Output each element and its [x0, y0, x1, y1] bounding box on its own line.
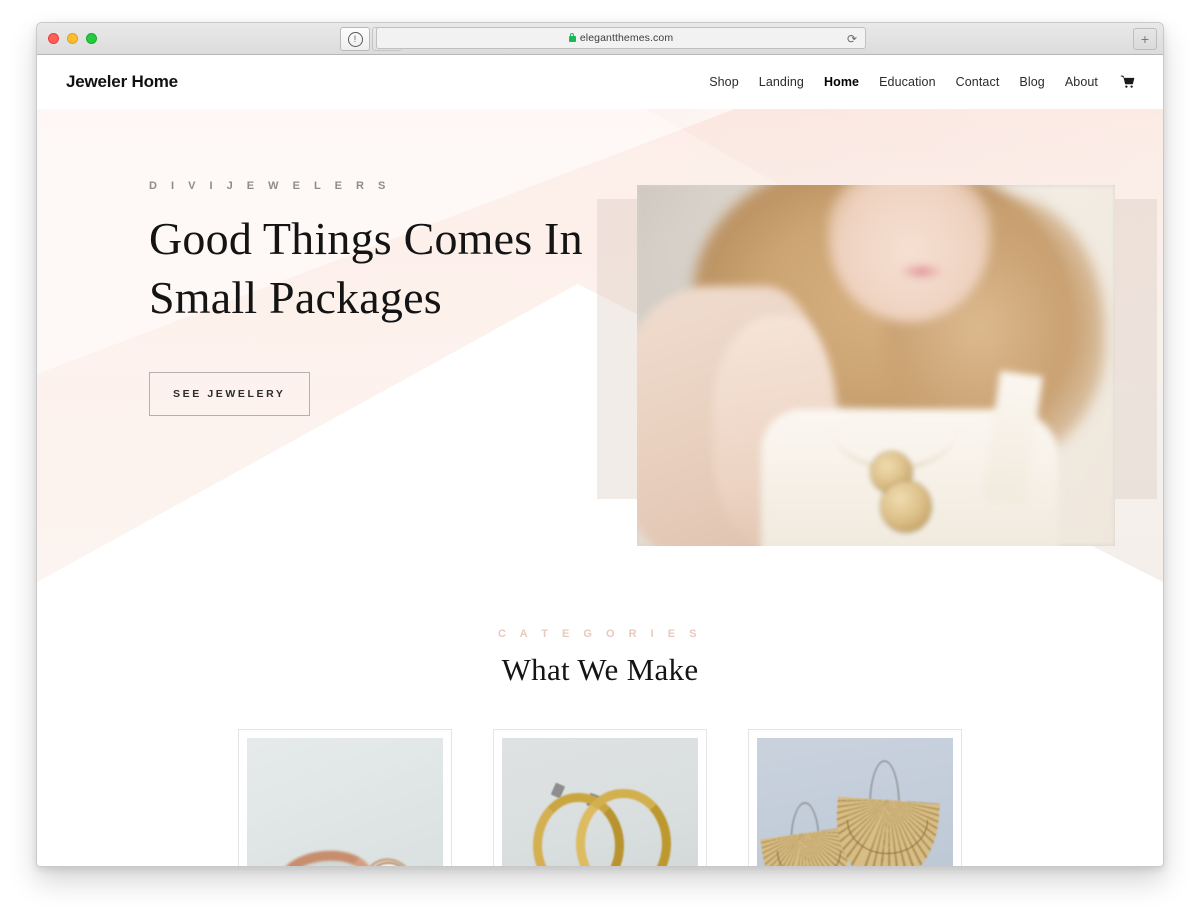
nav-item-shop[interactable]: Shop — [709, 75, 739, 89]
category-image-hoops — [502, 738, 698, 866]
categories-eyebrow: C A T E G O R I E S — [498, 628, 702, 640]
privacy-report-icon: ! — [347, 31, 363, 47]
reload-icon[interactable]: ⟳ — [847, 32, 857, 46]
hero-photo-scene — [637, 185, 1115, 546]
site-logo[interactable]: Jeweler Home — [66, 72, 178, 92]
hero-title: Good Things Comes In Small Packages — [149, 210, 599, 328]
cart-icon — [1120, 75, 1135, 88]
minimize-window-button[interactable] — [67, 33, 78, 44]
nav-item-landing[interactable]: Landing — [759, 75, 804, 89]
nav-item-home[interactable]: Home — [824, 75, 859, 89]
hero-section: D I V I J E W E L E R S Good Things Come… — [37, 109, 1163, 582]
hero-copy: D I V I J E W E L E R S Good Things Come… — [149, 180, 599, 416]
url-text: elegantthemes.com — [579, 32, 674, 44]
categories-title: What We Make — [501, 652, 699, 687]
browser-titlebar: ! elegantthemes.com ⟳ + — [37, 23, 1163, 55]
lock-icon — [568, 32, 576, 42]
address-bar[interactable]: elegantthemes.com ⟳ — [376, 27, 866, 49]
categories-section: C A T E G O R I E S What We Make — [37, 582, 1163, 866]
hero-content: D I V I J E W E L E R S Good Things Come… — [37, 109, 1163, 582]
hero-photo — [637, 185, 1115, 546]
main-navigation: Shop Landing Home Education Contact Blog… — [709, 75, 1135, 89]
nav-item-blog[interactable]: Blog — [1019, 75, 1044, 89]
window-controls — [48, 33, 97, 44]
category-card-rings[interactable] — [238, 729, 452, 866]
category-image-rings — [247, 738, 443, 866]
category-card-hoops[interactable] — [493, 729, 707, 866]
categories-grid — [37, 729, 1163, 866]
close-window-button[interactable] — [48, 33, 59, 44]
nav-item-education[interactable]: Education — [879, 75, 936, 89]
new-tab-button[interactable]: + — [1133, 28, 1157, 50]
nav-item-contact[interactable]: Contact — [956, 75, 1000, 89]
cart-button[interactable] — [1120, 75, 1135, 89]
category-card-fan-earrings[interactable] — [748, 729, 962, 866]
see-jewelery-button[interactable]: SEE JEWELERY — [149, 371, 310, 416]
privacy-report-button[interactable]: ! — [340, 27, 370, 51]
category-image-fan-earrings — [757, 738, 953, 866]
url-text-wrap: elegantthemes.com — [568, 32, 674, 44]
hero-title-line-1: Good Things Comes In — [149, 213, 583, 264]
page-viewport: Jeweler Home Shop Landing Home Education… — [37, 55, 1163, 866]
hero-eyebrow: D I V I J E W E L E R S — [149, 180, 391, 192]
browser-window: ! elegantthemes.com ⟳ + Jeweler Home Sho… — [36, 22, 1164, 867]
nav-item-about[interactable]: About — [1065, 75, 1098, 89]
zoom-window-button[interactable] — [86, 33, 97, 44]
site-header: Jeweler Home Shop Landing Home Education… — [37, 55, 1163, 109]
hero-title-line-2: Small Packages — [149, 271, 442, 323]
